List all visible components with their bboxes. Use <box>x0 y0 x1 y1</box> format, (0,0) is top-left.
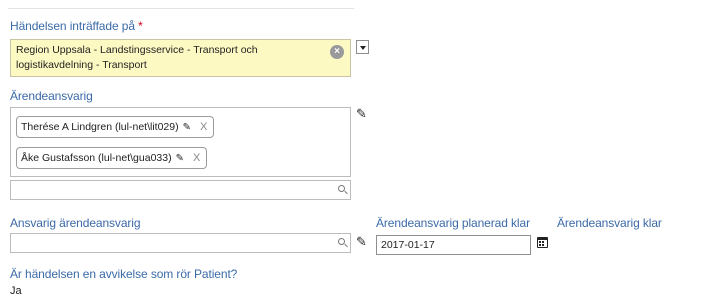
responsible-owner-search-input[interactable] <box>10 233 351 253</box>
chip-name: Therése A Lindgren (lul-net\lit029) <box>21 121 179 133</box>
patient-question-value: Ja <box>10 285 22 297</box>
chip-name: Åke Gustafsson (lul-net\gua033) <box>21 152 172 164</box>
top-divider <box>8 8 354 9</box>
calendar-icon[interactable] <box>537 237 548 248</box>
incident-location-field[interactable]: Region Uppsala - Landstingsservice - Tra… <box>10 39 351 77</box>
planned-done-label: Ärendeansvarig planerad klar <box>376 216 530 230</box>
responsible-chip: Therése A Lindgren (lul-net\lit029) ✎ X <box>16 116 215 138</box>
chevron-down-icon <box>360 46 366 50</box>
responsible-owner-label: Ansvarig ärendeansvarig <box>10 216 141 230</box>
remove-chip-button[interactable]: X <box>193 148 200 168</box>
planned-done-date-input[interactable]: 2017-01-17 <box>376 235 531 255</box>
search-icon <box>338 238 345 245</box>
select-person-icon[interactable]: ✎ <box>356 235 367 248</box>
edit-person-icon[interactable]: ✎ <box>183 118 191 138</box>
remove-chip-button[interactable]: X <box>200 117 207 137</box>
clear-icon[interactable]: × <box>330 45 344 59</box>
edit-person-icon[interactable]: ✎ <box>176 149 184 169</box>
location-dropdown-button[interactable] <box>356 40 369 54</box>
patient-question-label: Är händelsen en avvikelse som rör Patien… <box>10 267 238 281</box>
select-person-icon[interactable]: ✎ <box>356 107 367 120</box>
incident-location-value: Region Uppsala - Landstingsservice - Tra… <box>16 44 258 71</box>
required-marker: * <box>138 19 143 33</box>
case-responsible-label: Ärendeansvarig <box>10 89 93 103</box>
responsible-chip: Åke Gustafsson (lul-net\gua033) ✎ X <box>16 147 208 169</box>
incident-location-label: Händelsen inträffade på * <box>10 19 143 33</box>
search-icon <box>338 185 345 192</box>
done-label: Ärendeansvarig klar <box>557 216 662 230</box>
case-responsible-list: Therése A Lindgren (lul-net\lit029) ✎ X Åk… <box>10 107 351 177</box>
case-responsible-search-input[interactable] <box>10 180 351 200</box>
